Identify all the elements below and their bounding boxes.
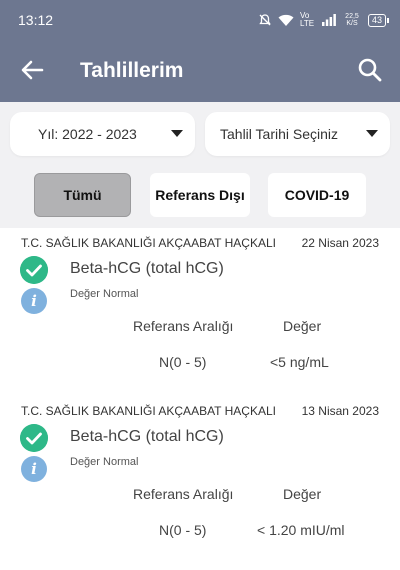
chip-all[interactable]: Tümü: [34, 173, 131, 217]
record-header: T.C. SAĞLIK BAKANLIĞI AKÇAABAT HAÇKALI 1…: [21, 404, 379, 418]
arrow-left-icon[interactable]: [18, 56, 46, 84]
test-record[interactable]: T.C. SAĞLIK BAKANLIĞI AKÇAABAT HAÇKALI 1…: [0, 404, 400, 570]
status-icons: Vo LTE 22,5 K/S 43: [258, 11, 390, 28]
year-dropdown-label: Yıl: 2022 - 2023: [38, 126, 137, 142]
filter-bar: Yıl: 2022 - 2023 Tahlil Tarihi Seçiniz: [0, 102, 400, 162]
test-record[interactable]: T.C. SAĞLIK BAKANLIĞI AKÇAABAT HAÇKALI 2…: [0, 236, 400, 402]
test-name: Beta-hCG (total hCG): [70, 260, 224, 277]
result-status: Değer Normal: [70, 456, 139, 468]
signal-icon: [321, 14, 336, 26]
chip-covid-19[interactable]: COVID-19: [268, 173, 366, 217]
info-icon[interactable]: i: [21, 288, 47, 314]
check-circle-icon: [20, 256, 48, 284]
reference-range-value: N(0 - 5): [159, 522, 207, 538]
battery-indicator: 43: [367, 13, 390, 27]
date-dropdown-label: Tahlil Tarihi Seçiniz: [220, 126, 339, 142]
reference-range-header: Referans Aralığı: [133, 486, 234, 502]
caret-down-icon: [171, 130, 183, 137]
value-header: Değer: [283, 318, 322, 334]
caret-down-icon: [366, 130, 378, 137]
value-header: Değer: [283, 486, 322, 502]
test-name: Beta-hCG (total hCG): [70, 428, 224, 445]
result-value: < 1.20 mIU/ml: [257, 522, 345, 538]
date-dropdown[interactable]: Tahlil Tarihi Seçiniz: [205, 112, 390, 156]
wifi-icon: [278, 14, 294, 26]
record-date: 13 Nisan 2023: [301, 404, 379, 418]
record-date: 22 Nisan 2023: [301, 236, 379, 250]
year-dropdown[interactable]: Yıl: 2022 - 2023: [10, 112, 195, 156]
hospital-name: T.C. SAĞLIK BAKANLIĞI AKÇAABAT HAÇKALI: [21, 236, 276, 250]
chip-out-of-reference[interactable]: Referans Dışı: [150, 173, 250, 217]
info-icon[interactable]: i: [21, 456, 47, 482]
record-header: T.C. SAĞLIK BAKANLIĞI AKÇAABAT HAÇKALI 2…: [21, 236, 379, 250]
status-bar: 13:12 Vo LTE 22,5 K/S 43: [0, 0, 400, 40]
mute-notification-icon: [259, 14, 271, 26]
network-speed: 22,5 K/S: [345, 13, 359, 27]
status-time: 13:12: [18, 12, 54, 28]
page-title: Tahlillerim: [80, 59, 184, 82]
network-type: Vo LTE: [299, 11, 315, 28]
hospital-name: T.C. SAĞLIK BAKANLIĞI AKÇAABAT HAÇKALI: [21, 404, 276, 418]
reference-range-value: N(0 - 5): [159, 354, 207, 370]
result-status: Değer Normal: [70, 288, 139, 300]
result-value: <5 ng/mL: [270, 354, 329, 370]
search-icon[interactable]: [356, 56, 384, 84]
app-bar: Tahlillerim: [0, 40, 400, 102]
reference-range-header: Referans Aralığı: [133, 318, 234, 334]
check-circle-icon: [20, 424, 48, 452]
category-chips: Tümü Referans Dışı COVID-19: [0, 162, 400, 228]
